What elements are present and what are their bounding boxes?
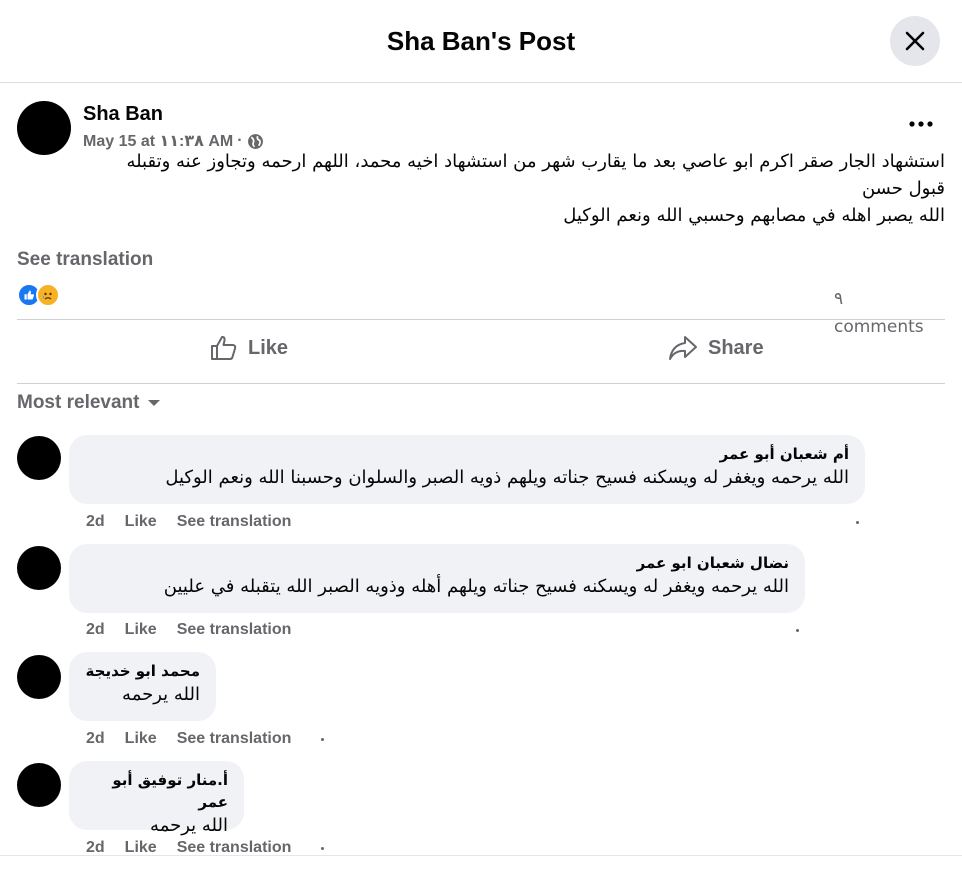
comment-composer-divider <box>0 855 962 856</box>
close-button[interactable] <box>890 16 940 66</box>
sad-reaction-icon <box>36 283 60 307</box>
comment-like-button[interactable]: Like <box>125 730 157 748</box>
commenter-avatar[interactable] <box>17 546 61 590</box>
comment-bubble: نضال شعبان ابو عمر الله يرحمه ويغفر له و… <box>69 544 805 613</box>
author-avatar[interactable] <box>17 101 71 155</box>
dialog-title: Sha Ban's Post <box>386 26 576 56</box>
comment-options-dot[interactable] <box>796 629 799 632</box>
comment-author[interactable]: أم شعبان أبو عمر <box>85 443 849 465</box>
dialog-header: Sha Ban's Post <box>0 0 962 83</box>
comment-count-label: comments <box>834 317 924 337</box>
post-text-line: استشهاد الجار صقر اكرم ابو عاصي بعد ما ي… <box>126 151 945 172</box>
comment-count-number: ٩ <box>834 289 844 309</box>
close-icon <box>905 31 925 51</box>
comment-time[interactable]: 2d <box>86 513 105 531</box>
comment-see-translation[interactable]: See translation <box>177 513 292 531</box>
comment-bubble: أ.منار توفيق أبو عمر الله يرحمه <box>69 761 244 836</box>
globe-icon <box>247 133 263 149</box>
comment-count[interactable]: ٩ comments <box>834 285 944 341</box>
comment-author[interactable]: نضال شعبان ابو عمر <box>85 552 789 574</box>
commenter-avatar[interactable] <box>17 763 61 807</box>
more-icon <box>909 121 933 127</box>
comment-author[interactable]: محمد ابو خديجة <box>85 660 200 682</box>
more-options-button[interactable] <box>906 114 936 134</box>
like-label: Like <box>248 336 289 359</box>
comment-options-dot[interactable] <box>321 738 324 741</box>
reactions-summary[interactable] <box>17 283 60 307</box>
comment-see-translation[interactable]: See translation <box>177 621 292 639</box>
divider <box>17 383 945 384</box>
comment-actions: 2d Like See translation <box>86 513 291 531</box>
see-translation-link[interactable]: See translation <box>17 249 153 271</box>
comment-bubble: محمد ابو خديجة الله يرحمه <box>69 652 216 721</box>
comment-options-dot[interactable] <box>856 521 859 524</box>
comment-time[interactable]: 2d <box>86 730 105 748</box>
comment-text: الله يرحمه ويغفر له ويسكنه فسيح جناته وي… <box>165 467 849 488</box>
comment-actions: 2d Like See translation <box>86 621 291 639</box>
share-button[interactable]: Share <box>668 332 764 364</box>
comment-like-button[interactable]: Like <box>125 513 157 531</box>
comment-like-button[interactable]: Like <box>125 621 157 639</box>
comment-actions: 2d Like See translation <box>86 730 291 748</box>
divider <box>17 319 945 320</box>
share-label: Share <box>708 336 764 359</box>
commenter-avatar[interactable] <box>17 655 61 699</box>
post-author-name[interactable]: Sha Ban <box>83 103 163 126</box>
caret-down-icon <box>148 400 161 406</box>
thumbs-up-icon <box>211 335 237 360</box>
post-text: استشهاد الجار صقر اكرم ابو عاصي بعد ما ي… <box>17 148 945 229</box>
post-text-line: الله يصبر اهله في مصابهم وحسبي الله ونعم… <box>563 205 945 226</box>
comment-filter-dropdown[interactable]: Most relevant <box>17 392 161 414</box>
comment-see-translation[interactable]: See translation <box>177 730 292 748</box>
comment-text: الله يرحمه ويغفر له ويسكنه فسيح جناته وي… <box>163 576 789 597</box>
share-icon <box>669 336 697 360</box>
comment-options-dot[interactable] <box>321 847 324 850</box>
like-button[interactable]: Like <box>210 332 288 364</box>
comment-text: الله يرحمه <box>122 684 200 705</box>
commenter-avatar[interactable] <box>17 436 61 480</box>
comment-bubble: أم شعبان أبو عمر الله يرحمه ويغفر له ويس… <box>69 435 865 504</box>
post-text-line: قبول حسن <box>861 178 945 199</box>
comment-time[interactable]: 2d <box>86 621 105 639</box>
comment-text: الله يرحمه <box>150 815 228 836</box>
comment-author[interactable]: أ.منار توفيق أبو عمر <box>85 769 228 813</box>
comment-filter-label: Most relevant <box>17 392 140 413</box>
